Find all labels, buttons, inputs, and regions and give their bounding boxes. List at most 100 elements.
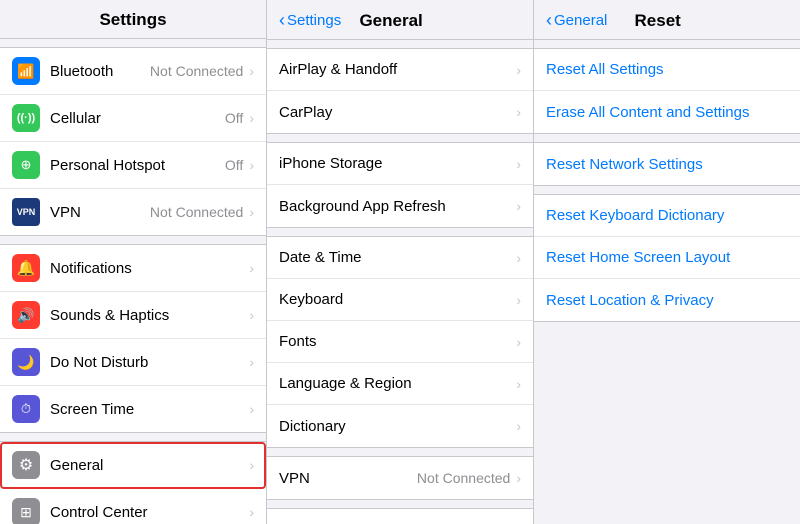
right-item-resetall[interactable]: Reset All Settings [534, 49, 800, 91]
chevron-icon: › [249, 157, 254, 173]
right-back-button[interactable]: ‹ General [546, 10, 607, 31]
chevron-icon: › [516, 198, 521, 214]
sidebar-item-controlcenter[interactable]: ⊞ Control Center › [0, 489, 266, 524]
sounds-label: Sounds & Haptics [50, 307, 247, 324]
middle-section-3: Date & Time › Keyboard › Fonts › Languag… [267, 236, 533, 448]
storage-label: iPhone Storage [279, 155, 514, 172]
dnd-label: Do Not Disturb [50, 354, 247, 371]
left-title: Settings [99, 10, 166, 29]
fonts-label: Fonts [279, 333, 514, 350]
middle-item-datetime[interactable]: Date & Time › [267, 237, 533, 279]
middle-item-fonts[interactable]: Fonts › [267, 321, 533, 363]
sidebar-item-hotspot[interactable]: ⊕ Personal Hotspot Off › [0, 142, 266, 189]
back-chevron-icon: ‹ [546, 10, 552, 31]
sidebar-item-bluetooth[interactable]: 📶 Bluetooth Not Connected › [0, 48, 266, 95]
keyboard-label: Keyboard [279, 291, 514, 308]
chevron-icon: › [516, 62, 521, 78]
chevron-icon: › [249, 354, 254, 370]
sidebar-item-screentime[interactable]: ⏱ Screen Time › [0, 386, 266, 432]
middle-item-bgrefresh[interactable]: Background App Refresh › [267, 185, 533, 227]
middle-section-5: Legal & Regulatory › [267, 508, 533, 524]
sidebar-item-notifications[interactable]: 🔔 Notifications › [0, 245, 266, 292]
right-section-2: Reset Network Settings [534, 142, 800, 186]
chevron-icon: › [516, 250, 521, 266]
middle-item-legal[interactable]: Legal & Regulatory › [267, 509, 533, 524]
sounds-icon: 🔊 [12, 301, 40, 329]
left-column-header: Settings [0, 0, 266, 39]
middle-item-dictionary[interactable]: Dictionary › [267, 405, 533, 447]
middle-item-carplay[interactable]: CarPlay › [267, 91, 533, 133]
cellular-label: Cellular [50, 110, 225, 127]
resethome-label: Reset Home Screen Layout [546, 249, 788, 266]
left-scroll: 📶 Bluetooth Not Connected › ((·)) Cellul… [0, 39, 266, 524]
bluetooth-value: Not Connected [150, 63, 243, 79]
screentime-icon: ⏱ [12, 395, 40, 423]
sidebar-item-donotdisturb[interactable]: 🌙 Do Not Disturb › [0, 339, 266, 386]
chevron-icon: › [516, 334, 521, 350]
middle-scroll: AirPlay & Handoff › CarPlay › iPhone Sto… [267, 40, 533, 524]
chevron-icon: › [249, 401, 254, 417]
middle-title: General [341, 11, 441, 31]
general-label: General [50, 457, 247, 474]
screentime-label: Screen Time [50, 401, 247, 418]
chevron-icon: › [249, 504, 254, 520]
middle-column-header: ‹ Settings General [267, 0, 533, 40]
middle-back-label: Settings [287, 12, 341, 29]
middle-item-language[interactable]: Language & Region › [267, 363, 533, 405]
middle-item-airplay[interactable]: AirPlay & Handoff › [267, 49, 533, 91]
chevron-icon: › [249, 260, 254, 276]
vpn2-value: Not Connected [417, 470, 510, 486]
chevron-icon: › [249, 204, 254, 220]
middle-item-vpn[interactable]: VPN Not Connected › [267, 457, 533, 499]
right-item-resetlocation[interactable]: Reset Location & Privacy [534, 279, 800, 321]
right-item-resetkeyboard[interactable]: Reset Keyboard Dictionary [534, 195, 800, 237]
chevron-icon: › [516, 470, 521, 486]
sidebar-item-cellular[interactable]: ((·)) Cellular Off › [0, 95, 266, 142]
resetall-label: Reset All Settings [546, 61, 788, 78]
sidebar-item-vpn[interactable]: VPN VPN Not Connected › [0, 189, 266, 235]
vpn-value: Not Connected [150, 204, 243, 220]
left-column: Settings 📶 Bluetooth Not Connected › ((·… [0, 0, 267, 524]
chevron-icon: › [516, 156, 521, 172]
middle-section-1: AirPlay & Handoff › CarPlay › [267, 48, 533, 134]
back-chevron-icon: ‹ [279, 10, 285, 31]
right-column: ‹ General Reset Reset All Settings Erase… [534, 0, 800, 524]
sidebar-item-sounds[interactable]: 🔊 Sounds & Haptics › [0, 292, 266, 339]
resetkeyboard-label: Reset Keyboard Dictionary [546, 207, 788, 224]
right-section-1: Reset All Settings Erase All Content and… [534, 48, 800, 134]
right-back-label: General [554, 12, 607, 29]
general-icon: ⚙ [12, 451, 40, 479]
dnd-icon: 🌙 [12, 348, 40, 376]
controlcenter-label: Control Center [50, 504, 247, 521]
right-item-resethome[interactable]: Reset Home Screen Layout [534, 237, 800, 279]
chevron-icon: › [249, 457, 254, 473]
sidebar-item-general[interactable]: ⚙ General › [0, 442, 266, 489]
hotspot-icon: ⊕ [12, 151, 40, 179]
chevron-icon: › [516, 104, 521, 120]
right-item-erasecontent[interactable]: Erase All Content and Settings [534, 91, 800, 133]
bluetooth-label: Bluetooth [50, 63, 150, 80]
right-title: Reset [607, 11, 708, 31]
resetnetwork-label: Reset Network Settings [546, 156, 788, 173]
middle-item-iphonestorage[interactable]: iPhone Storage › [267, 143, 533, 185]
hotspot-value: Off [225, 157, 243, 173]
notifications-icon: 🔔 [12, 254, 40, 282]
chevron-icon: › [516, 418, 521, 434]
left-section-1: 📶 Bluetooth Not Connected › ((·)) Cellul… [0, 47, 266, 236]
middle-column: ‹ Settings General AirPlay & Handoff › C… [267, 0, 534, 524]
vpn-icon: VPN [12, 198, 40, 226]
dictionary-label: Dictionary [279, 418, 514, 435]
language-label: Language & Region [279, 375, 514, 392]
middle-section-4: VPN Not Connected › [267, 456, 533, 500]
notifications-label: Notifications [50, 260, 247, 277]
bgrefresh-label: Background App Refresh [279, 198, 514, 215]
middle-item-keyboard[interactable]: Keyboard › [267, 279, 533, 321]
chevron-icon: › [249, 63, 254, 79]
right-item-resetnetwork[interactable]: Reset Network Settings [534, 143, 800, 185]
erasecontent-label: Erase All Content and Settings [546, 104, 788, 121]
airplay-label: AirPlay & Handoff [279, 61, 514, 78]
vpn2-label: VPN [279, 470, 417, 487]
bluetooth-icon: 📶 [12, 57, 40, 85]
middle-back-button[interactable]: ‹ Settings [279, 10, 341, 31]
controlcenter-icon: ⊞ [12, 498, 40, 524]
